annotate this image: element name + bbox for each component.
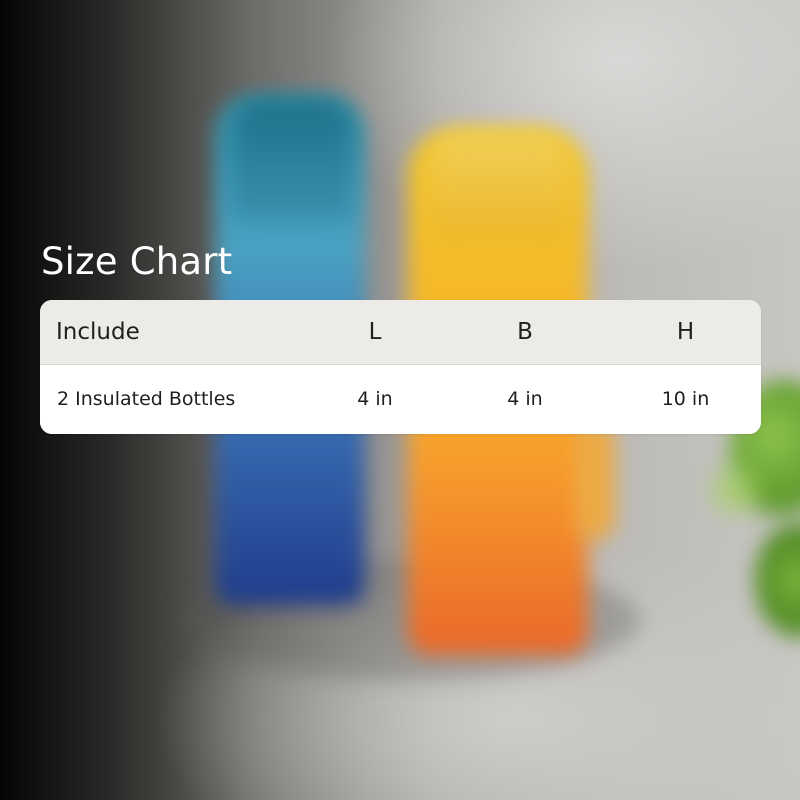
orange-bottle-cap-image [430, 130, 570, 240]
header-breadth: B [440, 300, 610, 365]
header-length: L [310, 300, 440, 365]
size-chart-table-card: Include L B H 2 Insulated Bottles 4 in 4… [40, 300, 761, 434]
header-include: Include [40, 300, 310, 365]
header-height: H [610, 300, 761, 365]
cell-breadth: 4 in [507, 388, 543, 411]
blue-bottle-cap-image [232, 100, 352, 220]
orange-bottle-handle-image [575, 420, 615, 540]
table-header-row: Include L B H [40, 300, 761, 365]
plant-leaves-image [755, 520, 800, 640]
size-chart-title: Size Chart [41, 240, 233, 283]
size-chart-table: Include L B H 2 Insulated Bottles 4 in 4… [40, 300, 761, 434]
cell-include: 2 Insulated Bottles [57, 388, 236, 411]
plant-leaves-image [705, 450, 765, 530]
cell-height: 10 in [661, 388, 710, 411]
table-row: 2 Insulated Bottles 4 in 4 in 10 in [40, 364, 761, 434]
cell-length: 4 in [357, 388, 393, 411]
